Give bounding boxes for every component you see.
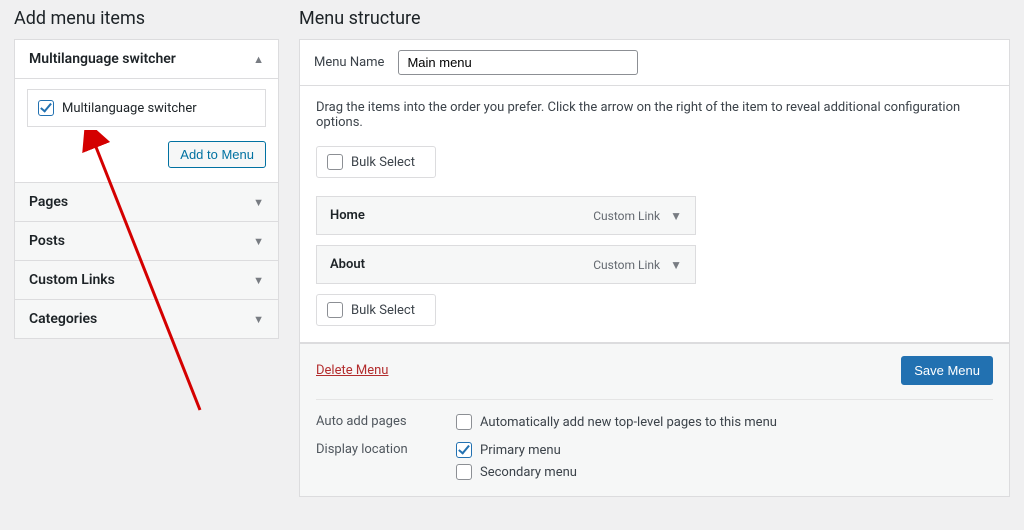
chevron-down-icon: ▼ xyxy=(253,313,264,326)
auto-add-pages-checkbox[interactable] xyxy=(456,414,472,430)
secondary-menu-checkbox[interactable] xyxy=(456,464,472,480)
menu-item-title: About xyxy=(330,257,365,272)
auto-add-pages-text: Automatically add new top-level pages to… xyxy=(480,415,777,430)
display-location-primary[interactable]: Primary menu xyxy=(456,442,993,458)
menu-item-home[interactable]: Home Custom Link ▼ xyxy=(316,196,696,235)
add-menu-items-heading: Add menu items xyxy=(14,8,279,29)
accordion-pages[interactable]: Pages ▼ xyxy=(15,183,278,221)
secondary-menu-text: Secondary menu xyxy=(480,465,577,480)
menu-structure-hint: Drag the items into the order you prefer… xyxy=(316,100,993,130)
menu-item-title: Home xyxy=(330,208,365,223)
bulk-select-label: Bulk Select xyxy=(351,303,415,318)
accordion-title: Custom Links xyxy=(29,272,115,288)
menu-item-type: Custom Link xyxy=(593,209,660,223)
chevron-up-icon: ▲ xyxy=(253,53,264,66)
multilanguage-switcher-checkbox[interactable] xyxy=(38,100,54,116)
chevron-down-icon: ▼ xyxy=(253,196,264,209)
display-location-label: Display location xyxy=(316,442,456,480)
bulk-select-label: Bulk Select xyxy=(351,155,415,170)
primary-menu-text: Primary menu xyxy=(480,443,561,458)
bulk-select-checkbox[interactable] xyxy=(327,154,343,170)
menu-structure-heading: Menu structure xyxy=(299,8,1010,29)
save-menu-button[interactable]: Save Menu xyxy=(901,356,993,385)
menu-item-about[interactable]: About Custom Link ▼ xyxy=(316,245,696,284)
bulk-select-top[interactable]: Bulk Select xyxy=(316,146,436,178)
accordion-custom-links[interactable]: Custom Links ▼ xyxy=(15,261,278,299)
accordion-multilanguage-switcher[interactable]: Multilanguage switcher ▲ xyxy=(15,40,278,78)
chevron-down-icon: ▼ xyxy=(253,274,264,287)
accordion-title: Multilanguage switcher xyxy=(29,51,176,67)
multilanguage-switcher-option[interactable]: Multilanguage switcher xyxy=(27,89,266,127)
accordion-title: Categories xyxy=(29,311,97,327)
accordion-title: Pages xyxy=(29,194,68,210)
bulk-select-checkbox[interactable] xyxy=(327,302,343,318)
bulk-select-bottom[interactable]: Bulk Select xyxy=(316,294,436,326)
multilanguage-switcher-label: Multilanguage switcher xyxy=(62,101,197,116)
accordion-title: Posts xyxy=(29,233,65,249)
add-to-menu-button[interactable]: Add to Menu xyxy=(168,141,266,168)
accordion-posts[interactable]: Posts ▼ xyxy=(15,222,278,260)
display-location-secondary[interactable]: Secondary menu xyxy=(456,464,993,480)
chevron-down-icon[interactable]: ▼ xyxy=(670,209,682,223)
accordion-categories[interactable]: Categories ▼ xyxy=(15,300,278,338)
menu-name-label: Menu Name xyxy=(314,55,384,70)
auto-add-pages-label: Auto add pages xyxy=(316,414,456,430)
menu-name-input[interactable] xyxy=(398,50,638,75)
chevron-down-icon: ▼ xyxy=(253,235,264,248)
auto-add-pages-option[interactable]: Automatically add new top-level pages to… xyxy=(456,414,993,430)
menu-name-row: Menu Name xyxy=(299,39,1010,86)
menu-item-type: Custom Link xyxy=(593,258,660,272)
delete-menu-link[interactable]: Delete Menu xyxy=(316,363,388,378)
chevron-down-icon[interactable]: ▼ xyxy=(670,258,682,272)
add-menu-items-panel: Multilanguage switcher ▲ Multilanguage s… xyxy=(14,39,279,339)
primary-menu-checkbox[interactable] xyxy=(456,442,472,458)
